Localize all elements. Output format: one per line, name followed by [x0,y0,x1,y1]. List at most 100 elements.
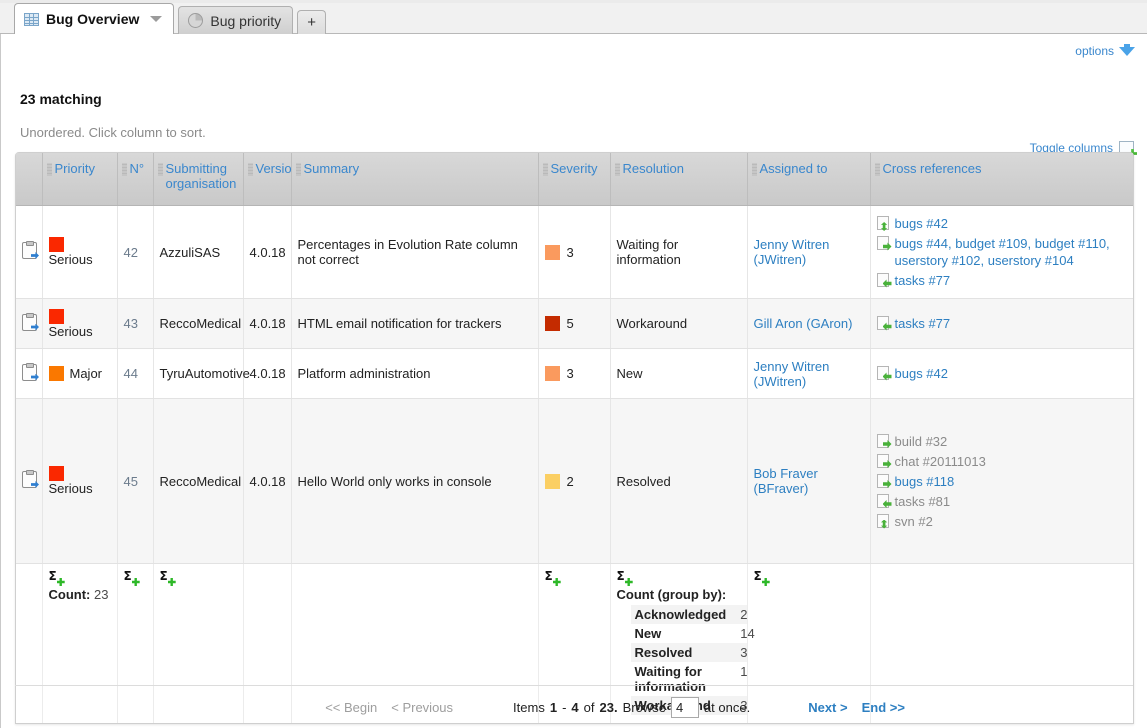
items-of: of [583,699,595,715]
table-header: Priority N° Submitting organisation Vers… [16,153,1133,206]
cross-reference-item[interactable]: tasks #77 [876,272,1128,289]
cell-number: 44 [117,348,154,399]
cross-reference-out-icon [876,433,892,449]
assignee-link[interactable]: Bob Fraver (BFraver) [754,466,818,496]
column-header-submitting-organisation[interactable]: Submitting organisation [153,153,244,206]
column-header-version[interactable]: Version [243,153,299,206]
table-row[interactable]: Major 44 TyruAutomotive 4.0.18 Platform … [16,348,1133,399]
column-header-cross-references[interactable]: Cross references [870,153,1133,206]
cross-reference-item[interactable]: chat #20111013 [876,453,1128,470]
assignee-link[interactable]: Jenny Witren (JWitren) [754,359,830,389]
browse-count-input[interactable] [670,696,699,718]
open-record-icon[interactable] [22,241,37,259]
cross-reference-label[interactable]: bugs #42 [895,215,1128,232]
tab-bug-priority[interactable]: Bug priority [178,6,294,34]
cross-reference-label[interactable]: tasks #77 [895,315,1128,332]
column-header-resolution[interactable]: Resolution [610,153,748,206]
drag-handle-icon[interactable] [121,163,127,176]
row-select-cell[interactable] [16,298,43,349]
options-button[interactable]: options [1075,43,1135,58]
aggregate-sigma-icon[interactable]: Σ [49,570,65,586]
cross-reference-label[interactable]: tasks #77 [895,272,1128,289]
cell-assigned-to: Bob Fraver (BFraver) [747,398,871,564]
row-select-cell[interactable] [16,398,43,564]
cross-reference-item[interactable]: tasks #81 [876,493,1128,510]
open-record-icon[interactable] [22,312,37,331]
drag-handle-icon[interactable] [157,163,163,176]
aggregate-sigma-icon[interactable]: Σ [124,570,140,586]
aggregate-sigma-icon[interactable]: Σ [160,570,176,586]
column-header-priority[interactable]: Priority [42,153,118,206]
add-tab-button[interactable]: + [297,10,326,34]
cross-reference-label[interactable]: svn #2 [895,513,1128,530]
cross-reference-label[interactable]: chat #20111013 [895,453,1128,470]
column-header-assigned-to[interactable]: Assigned to [747,153,871,206]
open-record-icon[interactable] [22,362,37,381]
cross-reference-label[interactable]: tasks #81 [895,493,1128,510]
end-button[interactable]: End >> [862,700,905,715]
drag-handle-icon[interactable] [295,163,301,176]
cross-reference-both-icon [876,513,889,529]
tab-bar: Bug Overview Bug priority + [0,0,1147,34]
open-record-icon[interactable] [22,470,37,488]
row-select-cell[interactable] [16,205,43,299]
severity-value: 2 [566,473,574,489]
row-select-cell[interactable] [16,348,43,399]
chevron-down-icon[interactable] [150,16,163,22]
tab-bug-overview[interactable]: Bug Overview [14,3,175,34]
next-button[interactable]: Next > [808,700,847,715]
assignee-link[interactable]: Gill Aron (GAron) [754,316,853,331]
groupby-row: Acknowledged 2 [630,605,761,624]
tab-label: Bug Overview [46,11,140,27]
severity-color-swatch [544,366,560,381]
previous-button[interactable]: < Previous [391,700,453,715]
table-row[interactable]: Serious 45 ReccoMedical 4.0.18 Hello Wor… [16,398,1133,564]
column-header-number[interactable]: N° [117,153,154,206]
severity-color-swatch [544,244,560,260]
groupby-row: New 14 [631,624,761,643]
table-row[interactable]: Serious 42 AzzuliSAS 4.0.18 Percentages … [16,205,1133,299]
cross-reference-item[interactable]: svn #2 [876,513,1128,530]
cross-reference-item[interactable]: bugs #42 [876,215,1128,232]
table-row[interactable]: Serious 43 ReccoMedical 4.0.18 HTML emai… [16,298,1133,349]
cell-severity: 5 [538,298,611,349]
cell-resolution: Waiting for information [610,205,748,299]
sort-hint: Unordered. Click column to sort. [20,125,206,140]
cross-reference-in-icon [876,366,892,381]
cross-reference-label[interactable]: bugs #118 [895,473,1128,490]
results-grid: Priority N° Submitting organisation Vers… [15,152,1134,724]
severity-color-swatch [544,316,560,331]
cross-reference-label[interactable]: bugs #42 [895,365,1128,382]
cross-reference-label[interactable]: build #32 [895,433,1128,450]
cell-cross-references: bugs #42 bugs #44, budget #109, budget #… [870,205,1133,299]
results-table: Priority N° Submitting organisation Vers… [16,153,1133,723]
column-header-select[interactable] [16,153,43,206]
column-header-summary[interactable]: Summary [291,153,539,206]
aggregate-sigma-icon[interactable]: Σ [545,570,561,586]
aggregate-sigma-icon[interactable]: Σ [754,570,770,586]
cell-cross-references: build #32 chat #20111013 bugs #118 tasks… [870,398,1133,564]
cross-reference-item[interactable]: bugs #42 [876,365,1128,382]
items-from: 1 [549,699,558,715]
begin-button[interactable]: << Begin [325,700,377,715]
drag-handle-icon[interactable] [542,163,548,176]
cell-organisation: ReccoMedical [153,298,244,349]
cross-reference-item[interactable]: bugs #118 [876,473,1128,490]
cross-reference-item[interactable]: bugs #44, budget #109, budget #110, user… [876,235,1128,269]
column-label: Priority [54,161,95,176]
aggregate-sigma-icon[interactable]: Σ [617,570,633,586]
cross-reference-in-icon [876,493,892,509]
drag-handle-icon[interactable] [751,163,757,176]
tab-list: Bug Overview Bug priority + [14,3,326,34]
cross-reference-out-icon [876,236,892,251]
drag-handle-icon[interactable] [874,163,880,176]
assignee-link[interactable]: Jenny Witren (JWitren) [754,237,830,267]
cross-reference-item[interactable]: tasks #77 [876,315,1128,332]
count-line: Count: 23 [49,587,111,602]
cross-reference-item[interactable]: build #32 [876,433,1128,450]
cross-reference-label[interactable]: bugs #44, budget #109, budget #110, user… [895,235,1128,269]
drag-handle-icon[interactable] [247,163,253,176]
column-header-severity[interactable]: Severity [538,153,611,206]
drag-handle-icon[interactable] [614,163,620,176]
drag-handle-icon[interactable] [46,163,52,176]
